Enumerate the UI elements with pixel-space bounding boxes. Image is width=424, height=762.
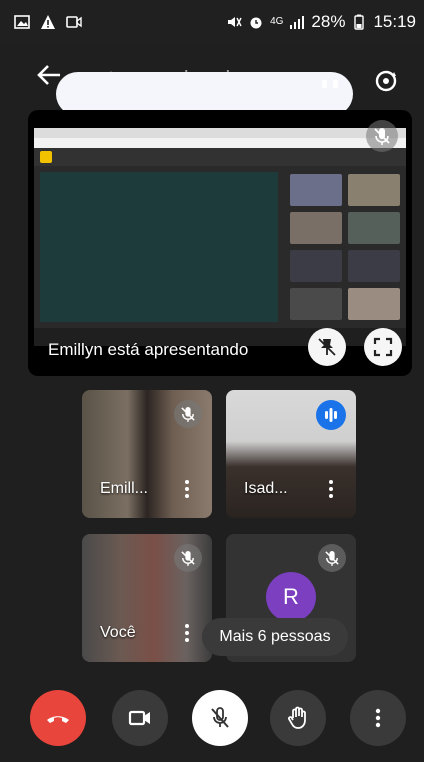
shared-main-stage [40, 172, 278, 322]
raise-hand-button[interactable] [270, 690, 326, 746]
warning-notification-icon [41, 15, 55, 29]
shared-thumb [290, 212, 342, 244]
battery-icon [354, 14, 365, 30]
video-camera-icon [128, 710, 150, 726]
status-right: 4G 28% 15:19 [226, 12, 416, 32]
more-vert-icon [375, 708, 381, 728]
shared-screen [34, 128, 406, 346]
meet-notification-icon [66, 16, 82, 28]
shared-meet-logo [40, 151, 52, 163]
mic-off-icon [181, 407, 195, 422]
unpin-button[interactable] [308, 328, 346, 366]
more-options-button[interactable] [350, 690, 406, 746]
hand-icon [288, 706, 306, 729]
call-controls [0, 686, 424, 762]
shared-thumb [290, 288, 342, 320]
participant-mic-off-indicator [174, 544, 202, 572]
presenting-label: Emillyn está apresentando [48, 340, 249, 359]
microphone-button[interactable] [192, 690, 248, 746]
participant-name: Isad... [244, 480, 288, 497]
status-left-icons [14, 14, 82, 30]
participant-menu-icon[interactable] [184, 624, 190, 644]
signal-type: 4G [270, 16, 284, 27]
shared-participant-grid [290, 174, 402, 334]
battery-percent: 28% [311, 12, 346, 31]
browser-tabs-bar [34, 128, 406, 138]
participant-menu-icon[interactable] [184, 480, 190, 500]
participant-tile[interactable]: Emill... [82, 390, 212, 518]
audio-output-icon[interactable] [316, 66, 344, 94]
shared-thumb [348, 250, 400, 282]
audio-level-icon [325, 408, 337, 422]
status-bar: 4G 28% 15:19 [0, 0, 424, 44]
mute-sound-icon [228, 17, 242, 27]
fullscreen-button[interactable] [364, 328, 402, 366]
alarm-icon [250, 17, 262, 29]
meeting-header: tpr-pgmh-szh [0, 44, 424, 116]
camera-button[interactable] [112, 690, 168, 746]
fullscreen-icon [373, 337, 393, 357]
more-people-button[interactable]: Mais 6 pessoas [202, 618, 348, 656]
avatar: R [266, 572, 316, 622]
shared-meet-banner [34, 148, 406, 166]
participant-menu-icon[interactable] [328, 480, 334, 500]
mic-off-icon [325, 551, 339, 566]
unpin-icon [318, 338, 336, 356]
browser-address-bar [34, 138, 406, 148]
mic-off-icon [374, 128, 390, 145]
presenter-mic-off-indicator [366, 120, 398, 152]
gallery-notification-icon [14, 15, 30, 29]
mic-off-icon [211, 707, 229, 728]
participant-name: Você [100, 624, 136, 641]
shared-thumb [348, 288, 400, 320]
participant-mic-off-indicator [174, 400, 202, 428]
shared-thumb [348, 212, 400, 244]
speaking-indicator [316, 400, 346, 430]
switch-camera-icon[interactable] [372, 66, 400, 94]
participant-mic-off-indicator [318, 544, 346, 572]
shared-thumb [290, 250, 342, 282]
participant-tile[interactable]: Você [82, 534, 212, 662]
signal-icon [290, 16, 305, 29]
shared-thumb [290, 174, 342, 206]
participant-tile[interactable]: Isad... [226, 390, 356, 518]
presentation-tile[interactable]: Emillyn está apresentando [28, 110, 412, 376]
clock: 15:19 [373, 12, 416, 31]
phone-hangup-icon [47, 716, 69, 723]
end-call-button[interactable] [30, 690, 86, 746]
participant-name: Emill... [100, 480, 148, 497]
mic-off-icon [181, 551, 195, 566]
shared-thumb [348, 174, 400, 206]
